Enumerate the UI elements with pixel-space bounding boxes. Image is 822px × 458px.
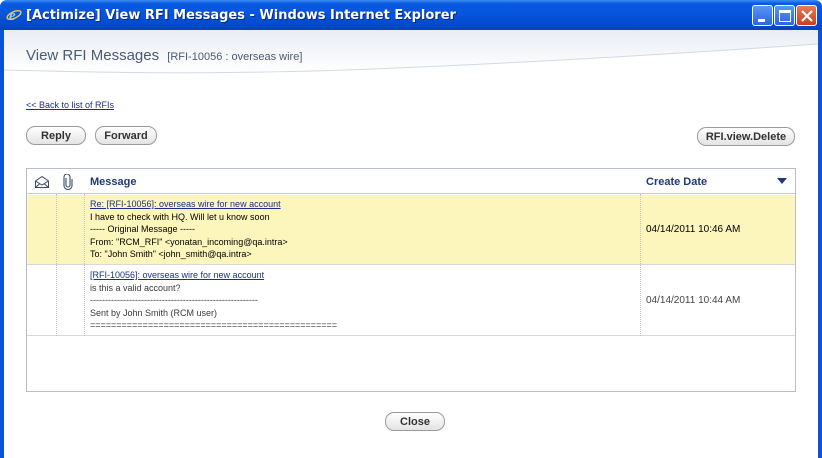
create-date-header-label: Create Date (646, 175, 708, 188)
message-cell: Re: [RFI-10056]: overseas wire for new a… (90, 198, 288, 261)
column-divider (84, 194, 85, 336)
maximize-icon (779, 10, 791, 22)
create-date-cell: 04/14/2011 10:44 AM (646, 295, 741, 306)
table-row[interactable]: [RFI-10056]: overseas wire for new accou… (27, 266, 795, 336)
minimize-button[interactable] (752, 5, 773, 26)
messages-grid: Message Create Date Re: [RFI-10056]: ove… (26, 168, 796, 392)
create-date-column-header[interactable]: Create Date (646, 169, 707, 194)
close-icon (801, 10, 813, 22)
forward-button[interactable]: Forward (95, 126, 157, 145)
minimize-icon (758, 19, 765, 22)
back-to-rfi-list-link[interactable]: << Back to list of RFIs (26, 100, 114, 110)
page-subtitle: [RFI-10056 : overseas wire] (167, 51, 303, 63)
table-row[interactable]: Re: [RFI-10056]: overseas wire for new a… (27, 195, 795, 265)
delete-button[interactable]: RFI.view.Delete (697, 127, 795, 146)
svg-text:e: e (9, 8, 16, 23)
message-column-header[interactable]: Message (90, 169, 136, 194)
reply-button[interactable]: Reply (26, 126, 86, 145)
message-line: I have to check with HQ. Will let u know… (90, 211, 270, 222)
page-content: View RFI Messages [RFI-10056 : overseas … (4, 30, 818, 458)
column-divider (56, 194, 57, 336)
maximize-button[interactable] (774, 5, 795, 26)
message-header-label: Message (90, 175, 137, 188)
message-subject-link[interactable]: Re: [RFI-10056]: overseas wire for new a… (90, 198, 288, 211)
create-date-cell: 04/14/2011 10:46 AM (646, 224, 741, 235)
internet-explorer-icon: e (6, 8, 22, 23)
column-divider (640, 194, 641, 336)
page-title: View RFI Messages [RFI-10056 : overseas … (26, 47, 302, 64)
message-line: ========================================… (90, 320, 338, 331)
envelope-column-header[interactable] (34, 169, 50, 194)
message-subject-link[interactable]: [RFI-10056]: overseas wire for new accou… (90, 269, 337, 282)
message-line: To: "John Smith" <john_smith@qa.intra> (90, 249, 252, 260)
paperclip-icon (63, 173, 73, 190)
message-cell: [RFI-10056]: overseas wire for new accou… (90, 269, 337, 332)
close-button[interactable]: Close (385, 412, 445, 431)
grid-header: Message Create Date (27, 169, 795, 194)
sort-descending-icon[interactable] (777, 178, 787, 184)
message-line: From: "RCM_RFI" <yonatan_incoming@qa.int… (90, 236, 288, 247)
window-title: [Actimize] View RFI Messages - Windows I… (26, 8, 456, 23)
envelope-icon (35, 175, 49, 188)
message-line: ----- Original Message ----- (90, 224, 196, 235)
message-line: ----------------------------------------… (90, 295, 258, 306)
message-line: is this a valid account? (90, 282, 181, 293)
window-close-button[interactable] (796, 5, 817, 26)
message-line: Sent by John Smith (RCM user) (90, 307, 218, 318)
title-bar[interactable]: e [Actimize] View RFI Messages - Windows… (0, 0, 822, 30)
page-title-text: View RFI Messages (26, 47, 160, 64)
attachment-column-header[interactable] (62, 169, 74, 194)
browser-window: e [Actimize] View RFI Messages - Windows… (0, 0, 822, 458)
